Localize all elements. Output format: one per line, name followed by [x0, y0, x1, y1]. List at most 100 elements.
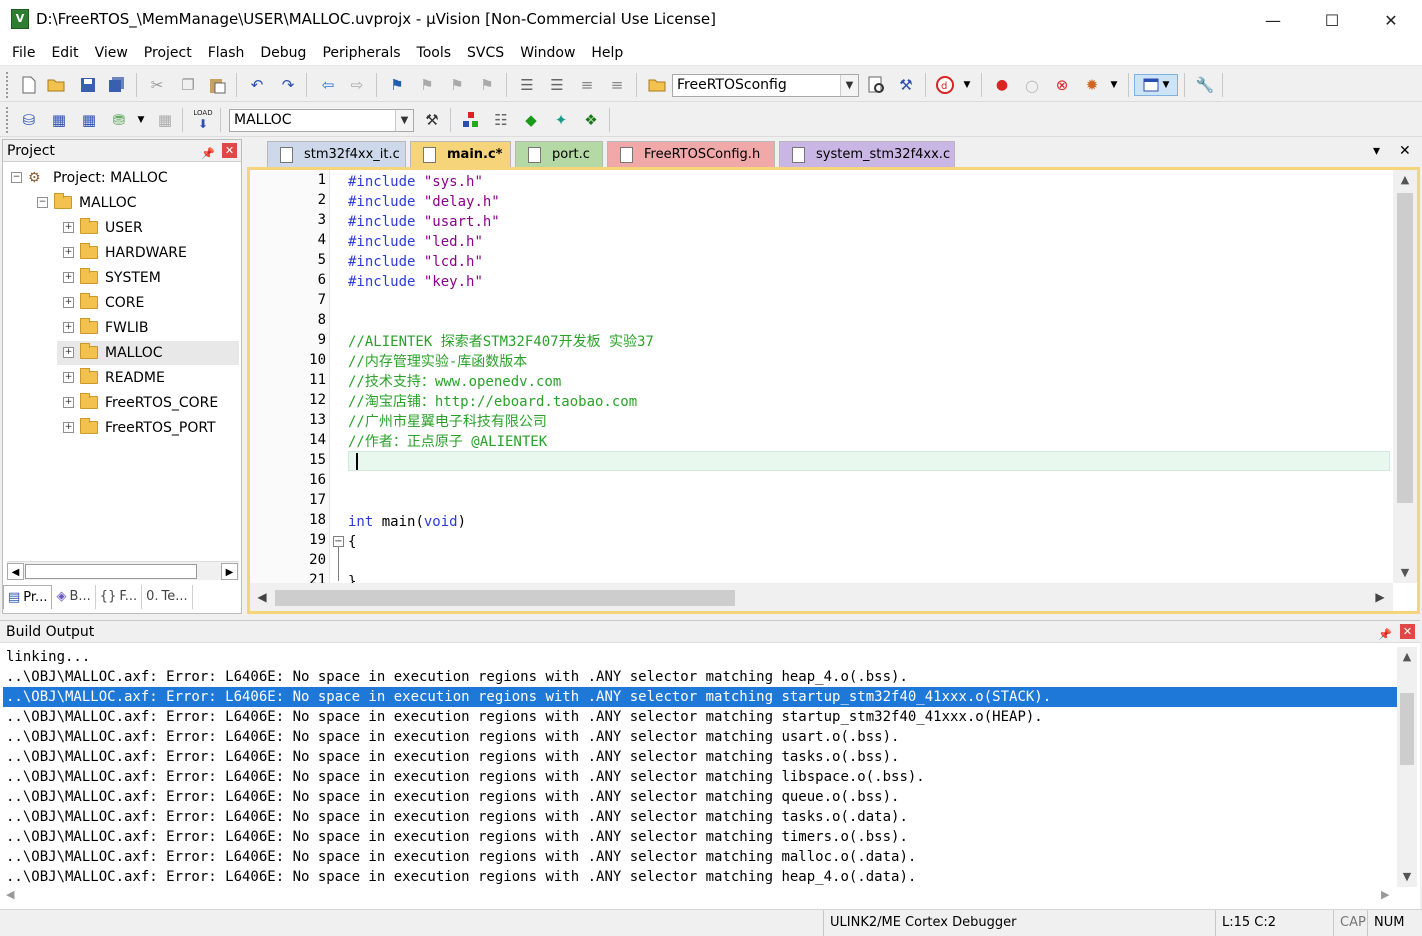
scroll-thumb[interactable]	[1397, 193, 1413, 503]
nav-back-icon[interactable]: ⇦	[317, 74, 339, 96]
menu-svcs[interactable]: SVCS	[459, 40, 512, 66]
bookmark-next-icon[interactable]: ⚑	[446, 74, 468, 96]
menu-window[interactable]: Window	[512, 40, 583, 66]
debug-session-icon[interactable]: ⚒	[895, 74, 917, 96]
uncomment-icon[interactable]: ≡	[606, 74, 628, 96]
undo-icon[interactable]: ↶	[246, 74, 268, 96]
menu-file[interactable]: File	[4, 40, 43, 66]
tab-templates[interactable]: 0. Te...	[142, 585, 193, 609]
paste-icon[interactable]	[206, 74, 228, 96]
compile-icon[interactable]: ⛁	[18, 109, 40, 131]
select-device-icon[interactable]: ◆	[520, 109, 542, 131]
expand-icon[interactable]: +	[63, 322, 74, 333]
expand-icon[interactable]: +	[63, 297, 74, 308]
build-error-line[interactable]: ..\OBJ\MALLOC.axf: Error: L6406E: No spa…	[3, 667, 1397, 687]
tree-target[interactable]: − MALLOC	[37, 190, 137, 215]
cut-icon[interactable]: ✂	[146, 74, 168, 96]
chevron-down-icon[interactable]: ▼	[395, 110, 413, 131]
pack-installer-icon[interactable]: ☷	[490, 109, 512, 131]
toolbar-grip[interactable]	[6, 72, 9, 98]
scroll-left-icon[interactable]: ◀	[6, 888, 14, 901]
code-text[interactable]: #include "sys.h" #include "delay.h" #inclu…	[348, 170, 1390, 583]
find-in-files-icon[interactable]	[646, 74, 668, 96]
build-error-line[interactable]: ..\OBJ\MALLOC.axf: Error: L6406E: No spa…	[3, 827, 1397, 847]
tree-root[interactable]: − ⚙ Project: MALLOC	[11, 165, 168, 190]
tree-group-fwlib[interactable]: + FWLIB	[63, 315, 148, 340]
breakpoint-manage-icon[interactable]: ✹	[1081, 74, 1103, 96]
expand-icon[interactable]: +	[63, 422, 74, 433]
find-combo[interactable]: FreeRTOSconfig ▼	[672, 74, 859, 97]
save-all-icon[interactable]	[106, 74, 128, 96]
bookmark-icon[interactable]: ⚑	[386, 74, 408, 96]
breakpoint-icon[interactable]: ●	[991, 74, 1013, 96]
chevron-down-icon[interactable]: ▼	[130, 109, 152, 131]
chevron-down-icon[interactable]: ▼	[956, 74, 978, 96]
open-file-icon[interactable]	[46, 74, 68, 96]
scroll-right-icon[interactable]: ▶	[221, 563, 238, 580]
scroll-up-icon[interactable]: ▲	[1393, 170, 1417, 190]
project-hscrollbar[interactable]: ◀ ▶	[7, 561, 239, 580]
tree-group-readme[interactable]: + README	[63, 365, 165, 390]
close-button[interactable]: ✕	[1362, 0, 1420, 40]
redo-icon[interactable]: ↷	[277, 74, 299, 96]
minimize-button[interactable]: —	[1244, 0, 1302, 40]
scroll-thumb[interactable]	[275, 590, 735, 606]
maximize-button[interactable]: ☐	[1303, 0, 1361, 40]
bookmark-clear-icon[interactable]: ⚑	[476, 74, 498, 96]
code-editor[interactable]: 1 2 3 4 5 6 7 8 9 10 11 12 13 14 15 16 17 18 19 20 21 #inclu…	[247, 167, 1420, 614]
debug-start-icon[interactable]: d	[934, 74, 956, 96]
batch-build-icon[interactable]: ⛃	[108, 109, 130, 131]
menu-edit[interactable]: Edit	[43, 40, 86, 66]
target-options-icon[interactable]: ⚒	[421, 109, 443, 131]
save-icon[interactable]	[77, 74, 99, 96]
editor-hscrollbar[interactable]: ◀ ▶	[250, 583, 1393, 611]
copy-icon[interactable]: ❐	[177, 74, 199, 96]
editor-vscrollbar[interactable]: ▲ ▼	[1393, 170, 1417, 583]
manage-components-icon[interactable]	[460, 109, 482, 131]
menu-view[interactable]: View	[87, 40, 136, 66]
build-vscrollbar[interactable]: ▲ ▼	[1397, 647, 1417, 887]
tree-group-freertos-core[interactable]: + FreeRTOS_CORE	[63, 390, 218, 415]
scroll-right-icon[interactable]: ▶	[1381, 888, 1389, 901]
tab-project[interactable]: ▤ Pr...	[3, 585, 53, 609]
scroll-down-icon[interactable]: ▼	[1397, 867, 1417, 887]
menu-debug[interactable]: Debug	[252, 40, 314, 66]
fold-collapse-icon[interactable]: −	[333, 536, 344, 547]
tab-functions[interactable]: {} F...	[96, 585, 143, 609]
window-layout-icon[interactable]: ▼	[1134, 74, 1178, 96]
build-error-line[interactable]: ..\OBJ\MALLOC.axf: Error: L6406E: No spa…	[3, 847, 1397, 867]
chevron-down-icon[interactable]: ▼	[840, 75, 858, 96]
tree-group-malloc[interactable]: + MALLOC	[63, 340, 163, 365]
breakpoint-disable-icon[interactable]: ○	[1021, 74, 1043, 96]
build-icon[interactable]: ▦	[48, 109, 70, 131]
build-error-line[interactable]: ..\OBJ\MALLOC.axf: Error: L6406E: No spa…	[3, 687, 1397, 707]
build-error-line[interactable]: ..\OBJ\MALLOC.axf: Error: L6406E: No spa…	[3, 707, 1397, 727]
expand-icon[interactable]: +	[63, 222, 74, 233]
scroll-thumb[interactable]	[1400, 693, 1414, 765]
build-error-line[interactable]: ..\OBJ\MALLOC.axf: Error: L6406E: No spa…	[3, 767, 1397, 787]
build-error-line[interactable]: ..\OBJ\MALLOC.axf: Error: L6406E: No spa…	[3, 867, 1397, 887]
menu-peripherals[interactable]: Peripherals	[314, 40, 408, 66]
menu-flash[interactable]: Flash	[200, 40, 253, 66]
indent-icon[interactable]: ☰	[516, 74, 538, 96]
expand-icon[interactable]: +	[63, 347, 74, 358]
pin-icon[interactable]: 📌	[201, 143, 215, 165]
tab-books[interactable]: ◈ B...	[52, 585, 96, 609]
pin-icon[interactable]: 📌	[1378, 624, 1392, 646]
build-status-line[interactable]: linking...	[3, 647, 1397, 667]
bookmark-prev-icon[interactable]: ⚑	[416, 74, 438, 96]
target-select[interactable]: MALLOC ▼	[229, 109, 414, 132]
close-icon[interactable]: ✕	[222, 143, 237, 158]
collapse-icon[interactable]: −	[37, 197, 48, 208]
tree-group-user[interactable]: + USER	[63, 215, 143, 240]
rebuild-icon[interactable]: ▦	[78, 109, 100, 131]
expand-icon[interactable]: +	[63, 372, 74, 383]
chevron-down-icon[interactable]: ▼	[1103, 74, 1125, 96]
build-error-line[interactable]: ..\OBJ\MALLOC.axf: Error: L6406E: No spa…	[3, 807, 1397, 827]
tab-stm32f4xx-it[interactable]: stm32f4xx_it.c	[267, 141, 406, 167]
stop-build-icon[interactable]: ▦	[154, 109, 176, 131]
build-error-line[interactable]: ..\OBJ\MALLOC.axf: Error: L6406E: No spa…	[3, 727, 1397, 747]
build-error-line[interactable]: ..\OBJ\MALLOC.axf: Error: L6406E: No spa…	[3, 747, 1397, 767]
build-error-line[interactable]: ..\OBJ\MALLOC.axf: Error: L6406E: No spa…	[3, 787, 1397, 807]
close-icon[interactable]: ✕	[1400, 624, 1415, 639]
